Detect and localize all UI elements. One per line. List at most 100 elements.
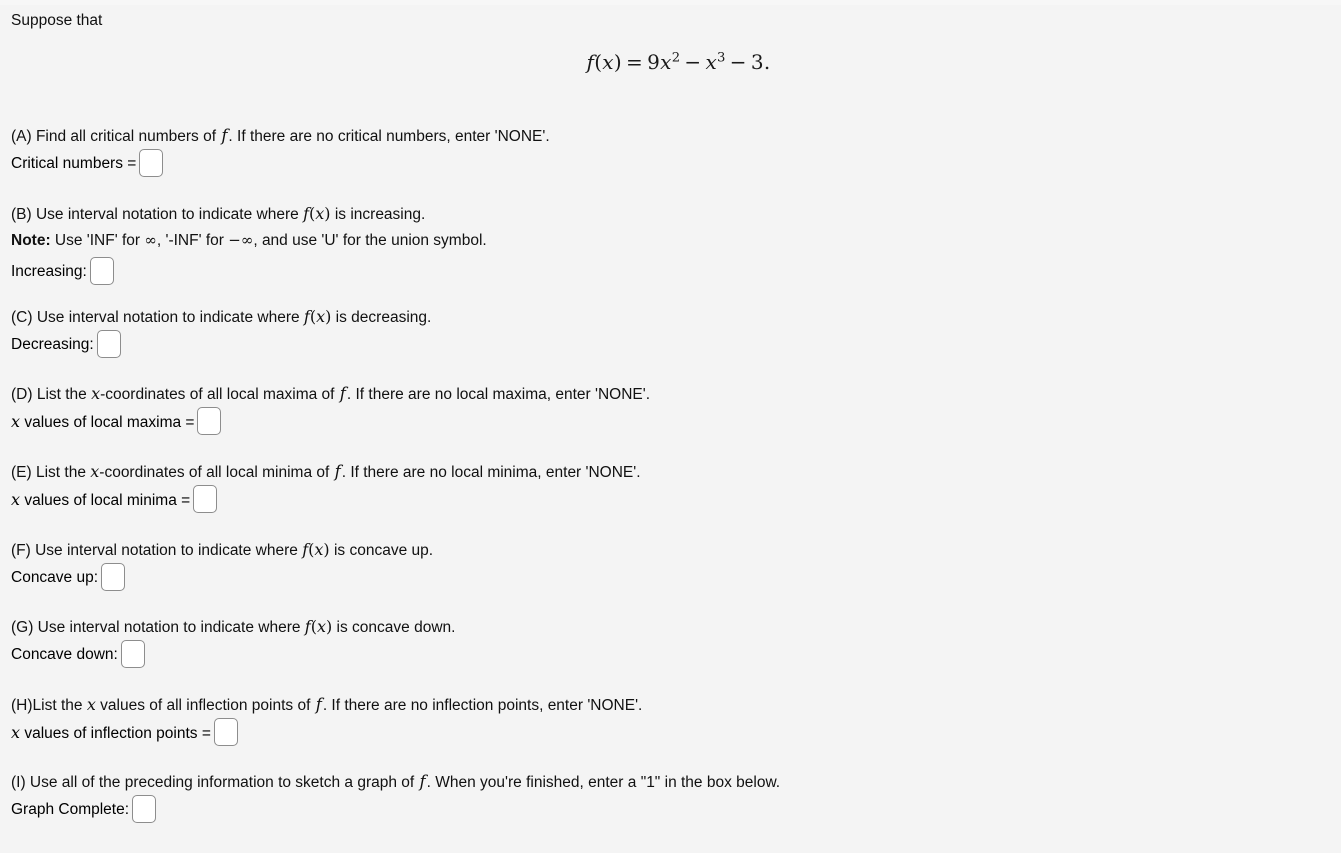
part-b-note: Note: Use 'INF' for ∞, '-INF' for −∞, an… (0, 230, 487, 251)
negative-infinity-symbol: −∞ (228, 231, 254, 249)
part-e-prompt-tail: . If there are no local minima, enter 'N… (341, 464, 641, 481)
part-c-answer-row: Decreasing: (0, 328, 431, 362)
part-f-prompt: (F) Use interval notation to indicate wh… (0, 540, 433, 561)
part-h-x-symbol: x (86, 695, 96, 714)
part-g-answer-row: Concave down: (0, 638, 455, 672)
equation-term2-var: x (705, 50, 718, 74)
part-e-prompt-text-1: (E) List the (11, 464, 91, 481)
inflection-points-input[interactable] (213, 718, 238, 746)
decreasing-interval-input[interactable] (96, 330, 121, 358)
equation-period: . (763, 50, 771, 74)
part-b-answer-row: Increasing: (0, 255, 487, 289)
equation-op1: − (684, 50, 702, 74)
part-a-prompt-text: (A) Find all critical numbers of (11, 128, 221, 145)
part-f-prompt-text: (F) Use interval notation to indicate wh… (11, 542, 303, 559)
part-b-answer-label: Increasing: (11, 263, 87, 280)
equation-term1-var: x (660, 50, 672, 74)
part-e-x-symbol: x (90, 462, 100, 481)
intro-text: Suppose that (11, 12, 103, 29)
part-f-answer-label: Concave up: (11, 569, 99, 586)
part-g-prompt-tail: is concave down. (332, 619, 456, 636)
part-b-f-symbol: f(x) (303, 204, 331, 223)
part-h-prompt-tail: . If there are no inflection points, ent… (322, 697, 643, 714)
part-d-answer-row: x values of local maxima = (0, 405, 650, 439)
part-d-prompt-text-2: -coordinates of all local maxima of (100, 386, 339, 403)
part-b: (B) Use interval notation to indicate wh… (0, 204, 487, 289)
part-b-note-text-1: Use 'INF' for (50, 232, 145, 249)
part-e-answer-x: x (11, 489, 21, 509)
part-d-answer-rest: values of local maxima = (20, 413, 195, 431)
part-i-f-symbol: f (419, 772, 426, 791)
infinity-symbol: ∞ (144, 231, 157, 249)
local-minima-input[interactable] (193, 485, 218, 513)
part-b-note-label: Note: (11, 232, 51, 249)
part-i-prompt-text: (I) Use all of the preceding information… (11, 774, 419, 791)
part-g: (G) Use interval notation to indicate wh… (0, 617, 455, 672)
equation-term2-exponent: 3 (717, 50, 726, 66)
part-i: (I) Use all of the preceding information… (0, 772, 780, 827)
part-a-answer-row: Critical numbers = (0, 147, 550, 181)
part-e-f-symbol: f (334, 462, 341, 481)
part-f-prompt-tail: is concave up. (329, 542, 434, 559)
equation-term3: 3 (750, 50, 764, 74)
part-h-prompt-text-2: values of all inflection points of (95, 697, 315, 714)
part-d-f-symbol: f (339, 384, 346, 403)
concave-down-input[interactable] (120, 640, 145, 668)
part-a-prompt: (A) Find all critical numbers of f. If t… (0, 126, 550, 147)
part-g-prompt-text: (G) Use interval notation to indicate wh… (11, 619, 305, 636)
part-e-answer-label: x values of local minima = (11, 490, 190, 511)
part-i-answer-row: Graph Complete: (0, 793, 780, 827)
concave-up-input[interactable] (101, 563, 126, 591)
local-maxima-input[interactable] (197, 407, 222, 435)
part-d-answer-x: x (11, 411, 21, 431)
function-equation-container: f(x) = 9x2− x3−3. (0, 50, 1341, 74)
part-h-prompt: (H)List the x values of all inflection p… (0, 695, 642, 716)
part-g-prompt: (G) Use interval notation to indicate wh… (0, 617, 455, 638)
problem-page: Suppose that f(x) = 9x2− x3−3. (A) Find all… (0, 0, 1341, 853)
part-i-prompt-tail: . When you're finished, enter a "1" in t… (426, 774, 781, 791)
part-h-prompt-text-1: (H)List the (11, 697, 87, 714)
function-equation: f(x) = 9x2− x3−3. (586, 50, 770, 74)
part-g-answer-label: Concave down: (11, 646, 118, 663)
part-a-prompt-tail: . If there are no critical numbers, ente… (228, 128, 550, 145)
part-a: (A) Find all critical numbers of f. If t… (0, 126, 550, 181)
part-f-f-symbol: f(x) (302, 540, 330, 559)
part-h-answer-label: x values of inflection points = (11, 723, 211, 744)
graph-complete-input[interactable] (132, 795, 157, 823)
equation-term1-coeff: 9 (647, 50, 661, 74)
part-d-answer-label: x values of local maxima = (11, 412, 194, 433)
part-e-prompt-text-2: -coordinates of all local minima of (99, 464, 334, 481)
part-i-answer-label: Graph Complete: (11, 801, 130, 818)
part-d: (D) List the x-coordinates of all local … (0, 384, 650, 439)
part-h: (H)List the x values of all inflection p… (0, 695, 642, 750)
part-b-note-text-2: , '-INF' for (156, 232, 229, 249)
equation-lhs: f(x) (586, 50, 622, 74)
part-e-answer-rest: values of local minima = (20, 491, 191, 509)
part-d-prompt-tail: . If there are no local maxima, enter 'N… (346, 386, 651, 403)
part-h-f-symbol: f (315, 695, 322, 714)
part-e-prompt: (E) List the x-coordinates of all local … (0, 462, 641, 483)
part-b-prompt-text: (B) Use interval notation to indicate wh… (11, 206, 304, 223)
part-h-answer-rest: values of inflection points = (20, 724, 211, 742)
equation-op2: − (729, 50, 747, 74)
critical-numbers-input[interactable] (139, 149, 164, 177)
part-b-prompt: (B) Use interval notation to indicate wh… (0, 204, 487, 225)
equation-equals: = (626, 50, 644, 74)
increasing-interval-input[interactable] (89, 257, 114, 285)
part-f: (F) Use interval notation to indicate wh… (0, 540, 433, 595)
part-c-f-symbol: f(x) (303, 307, 332, 326)
part-f-answer-row: Concave up: (0, 561, 433, 595)
part-d-prompt-text-1: (D) List the (11, 386, 92, 403)
part-e: (E) List the x-coordinates of all local … (0, 462, 641, 517)
part-c-answer-label: Decreasing: (11, 336, 94, 353)
part-d-x-symbol: x (91, 384, 101, 403)
part-h-answer-row: x values of inflection points = (0, 716, 642, 750)
part-b-note-text-3: , and use 'U' for the union symbol. (253, 232, 487, 249)
part-e-answer-row: x values of local minima = (0, 483, 641, 517)
part-c: (C) Use interval notation to indicate wh… (0, 307, 431, 362)
part-d-prompt: (D) List the x-coordinates of all local … (0, 384, 650, 405)
part-i-prompt: (I) Use all of the preceding information… (0, 772, 780, 793)
part-c-prompt-tail: is decreasing. (331, 309, 432, 326)
part-b-prompt-tail: is increasing. (330, 206, 426, 223)
part-a-answer-label: Critical numbers = (11, 155, 137, 172)
